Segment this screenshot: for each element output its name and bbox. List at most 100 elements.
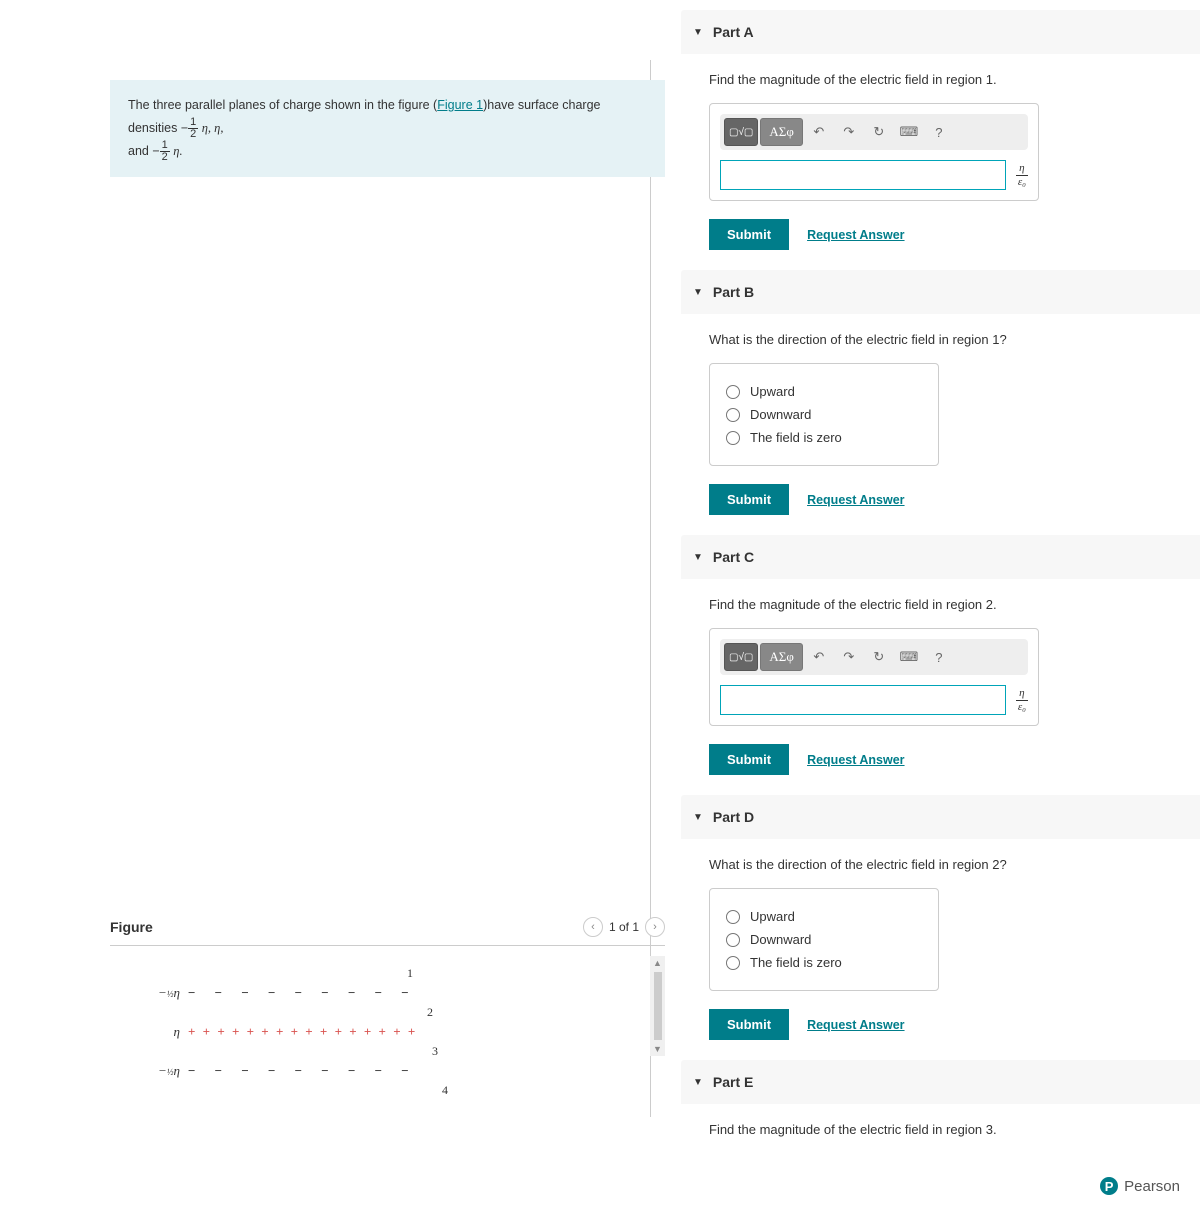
part-e-prompt: Find the magnitude of the electric field…	[709, 1122, 1200, 1137]
radio-label: The field is zero	[750, 955, 842, 970]
submit-button[interactable]: Submit	[709, 744, 789, 775]
plane-2: + + + + + + + + + + + + + + + +	[188, 1024, 417, 1040]
radio-input[interactable]	[726, 385, 740, 399]
scroll-thumb[interactable]	[654, 972, 662, 1040]
equation-toolbar: ▢√▢ ΑΣφ ↶ ↷ ↻ ⌨ ?	[720, 114, 1028, 150]
radio-group-d: Upward Downward The field is zero	[709, 888, 939, 991]
radio-option[interactable]: Upward	[726, 384, 922, 399]
radio-option[interactable]: The field is zero	[726, 955, 922, 970]
radio-input[interactable]	[726, 910, 740, 924]
unit-den: ε₀	[1016, 701, 1028, 713]
answer-input-a[interactable]	[720, 160, 1006, 190]
part-e-header[interactable]: ▼ Part E	[681, 1060, 1200, 1104]
expr: η.	[173, 144, 182, 158]
figure-prev-button[interactable]: ‹	[583, 917, 603, 937]
pearson-footer: P Pearson	[1100, 1177, 1180, 1195]
caret-down-icon: ▼	[693, 812, 703, 823]
radio-label: Downward	[750, 932, 811, 947]
radio-input[interactable]	[726, 956, 740, 970]
part-a-title: Part A	[713, 24, 754, 40]
figure-next-button[interactable]: ›	[645, 917, 665, 937]
and-text: and	[128, 144, 152, 158]
part-d-prompt: What is the direction of the electric fi…	[709, 857, 1200, 872]
figure-link[interactable]: Figure 1	[437, 98, 483, 112]
answer-box-c: ▢√▢ ΑΣφ ↶ ↷ ↻ ⌨ ? η ε₀	[709, 628, 1039, 726]
redo-button[interactable]: ↷	[835, 643, 863, 671]
redo-button[interactable]: ↷	[835, 118, 863, 146]
request-answer-link[interactable]: Request Answer	[807, 1018, 904, 1032]
radio-label: The field is zero	[750, 430, 842, 445]
part-d-header[interactable]: ▼ Part D	[681, 795, 1200, 839]
caret-down-icon: ▼	[693, 552, 703, 563]
radio-label: Upward	[750, 909, 795, 924]
reset-button[interactable]: ↻	[865, 643, 893, 671]
part-a-prompt: Find the magnitude of the electric field…	[709, 72, 1200, 87]
region-1: 1	[210, 966, 610, 981]
answer-unit: η ε₀	[1016, 687, 1028, 712]
problem-text: The three parallel planes of charge show…	[128, 98, 437, 112]
scroll-down-icon: ▼	[651, 1042, 664, 1056]
plane-label-2: η	[150, 1024, 180, 1040]
undo-button[interactable]: ↶	[805, 643, 833, 671]
unit-den: ε₀	[1016, 176, 1028, 188]
part-b-prompt: What is the direction of the electric fi…	[709, 332, 1200, 347]
figure-title: Figure	[110, 919, 153, 935]
part-b-header[interactable]: ▼ Part B	[681, 270, 1200, 314]
request-answer-link[interactable]: Request Answer	[807, 753, 904, 767]
pearson-logo-icon: P	[1100, 1177, 1118, 1195]
keyboard-button[interactable]: ⌨	[895, 118, 923, 146]
equation-toolbar: ▢√▢ ΑΣφ ↶ ↷ ↻ ⌨ ?	[720, 639, 1028, 675]
pearson-brand: Pearson	[1124, 1178, 1180, 1195]
radio-option[interactable]: Upward	[726, 909, 922, 924]
reset-button[interactable]: ↻	[865, 118, 893, 146]
figure-counter: 1 of 1	[609, 920, 639, 934]
help-button[interactable]: ?	[925, 118, 953, 146]
plane-1: − − − − − − − − −	[188, 985, 417, 1001]
keyboard-button[interactable]: ⌨	[895, 643, 923, 671]
request-answer-link[interactable]: Request Answer	[807, 228, 904, 242]
submit-button[interactable]: Submit	[709, 1009, 789, 1040]
part-b: ▼ Part B What is the direction of the el…	[681, 270, 1200, 515]
radio-option[interactable]: The field is zero	[726, 430, 922, 445]
unit-num: η	[1016, 162, 1028, 175]
radio-input[interactable]	[726, 431, 740, 445]
template-button[interactable]: ▢√▢	[724, 643, 758, 671]
plane-label-1: −½η	[150, 985, 180, 1001]
figure-scrollbar[interactable]: ▲ ▼	[650, 956, 665, 1056]
caret-down-icon: ▼	[693, 27, 703, 38]
region-3: 3	[260, 1044, 610, 1059]
plane-3: − − − − − − − − −	[188, 1063, 417, 1079]
template-button[interactable]: ▢√▢	[724, 118, 758, 146]
undo-button[interactable]: ↶	[805, 118, 833, 146]
radio-label: Downward	[750, 407, 811, 422]
help-button[interactable]: ?	[925, 643, 953, 671]
unit-num: η	[1016, 687, 1028, 700]
greek-button[interactable]: ΑΣφ	[760, 643, 802, 671]
region-4: 4	[280, 1083, 610, 1098]
part-d: ▼ Part D What is the direction of the el…	[681, 795, 1200, 1040]
part-d-title: Part D	[713, 809, 754, 825]
caret-down-icon: ▼	[693, 1077, 703, 1088]
request-answer-link[interactable]: Request Answer	[807, 493, 904, 507]
fraction: 12	[160, 140, 170, 163]
submit-button[interactable]: Submit	[709, 484, 789, 515]
fraction: 12	[188, 117, 198, 140]
figure-panel: Figure ‹ 1 of 1 › 1 −½η − − − − − − − − …	[110, 917, 665, 1108]
radio-input[interactable]	[726, 933, 740, 947]
part-a: ▼ Part A Find the magnitude of the elect…	[681, 10, 1200, 250]
submit-button[interactable]: Submit	[709, 219, 789, 250]
part-c-header[interactable]: ▼ Part C	[681, 535, 1200, 579]
part-e: ▼ Part E Find the magnitude of the elect…	[681, 1060, 1200, 1137]
radio-option[interactable]: Downward	[726, 932, 922, 947]
problem-statement: The three parallel planes of charge show…	[110, 80, 665, 177]
radio-option[interactable]: Downward	[726, 407, 922, 422]
part-a-header[interactable]: ▼ Part A	[681, 10, 1200, 54]
answer-input-c[interactable]	[720, 685, 1006, 715]
part-e-title: Part E	[713, 1074, 753, 1090]
part-c: ▼ Part C Find the magnitude of the elect…	[681, 535, 1200, 775]
part-b-title: Part B	[713, 284, 754, 300]
answer-unit: η ε₀	[1016, 162, 1028, 187]
greek-button[interactable]: ΑΣφ	[760, 118, 802, 146]
region-2: 2	[250, 1005, 610, 1020]
radio-input[interactable]	[726, 408, 740, 422]
